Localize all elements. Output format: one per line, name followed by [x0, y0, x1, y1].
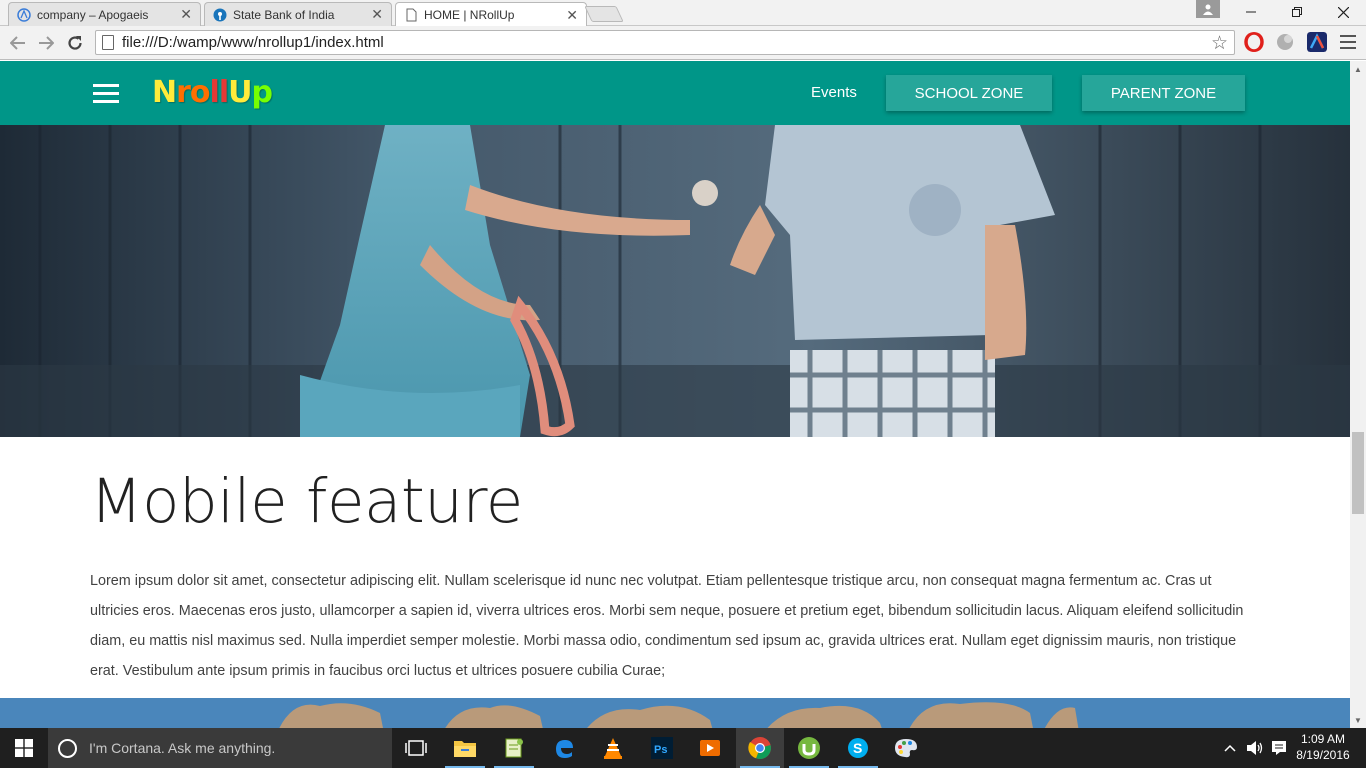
cortana-search-box[interactable]: I'm Cortana. Ask me anything.: [48, 728, 392, 768]
page-icon: [406, 8, 417, 22]
restore-button[interactable]: [1274, 0, 1320, 24]
show-hidden-icons-button[interactable]: [1220, 728, 1240, 768]
close-icon[interactable]: ✕: [180, 6, 192, 23]
tab-label: company – Apogaeis: [37, 7, 149, 22]
chrome-icon: [748, 737, 771, 760]
utorrent-icon: [798, 737, 820, 759]
tab-label: State Bank of India: [233, 7, 335, 22]
cortana-icon: [58, 738, 77, 758]
hero-image-children: [0, 125, 1350, 437]
brand-logo[interactable]: NrollUp: [152, 75, 273, 110]
close-icon[interactable]: ✕: [371, 6, 383, 23]
second-hero-image: [0, 698, 1350, 728]
new-tab-button[interactable]: [584, 6, 624, 22]
start-button[interactable]: [0, 728, 48, 768]
page-scrollbar[interactable]: ▲ ▼: [1350, 61, 1366, 728]
brand-letter: p: [251, 75, 273, 110]
chrome-button[interactable]: [736, 728, 784, 768]
paint-palette-icon: [895, 739, 917, 758]
url-text: file:///D:/wamp/www/nrollup1/index.html: [122, 34, 384, 51]
volume-button[interactable]: [1243, 728, 1267, 768]
apogaeis-icon: [17, 7, 31, 22]
scroll-up-arrow-icon[interactable]: ▲: [1350, 61, 1366, 77]
file-explorer-button[interactable]: [441, 728, 489, 768]
brand-letter: N: [152, 75, 177, 110]
minimize-icon: [1246, 11, 1256, 13]
paint-button[interactable]: [882, 728, 930, 768]
bookmark-star-icon[interactable]: ☆: [1211, 32, 1228, 55]
clock-date: 8/19/2016: [1296, 748, 1350, 762]
skype-icon: S: [848, 738, 868, 758]
hamburger-menu-icon[interactable]: [93, 84, 119, 103]
task-view-icon: [405, 740, 427, 756]
brand-letter: U: [228, 75, 252, 110]
back-arrow-icon: [10, 36, 25, 50]
forward-arrow-icon: [39, 36, 54, 50]
tab-label: HOME | NRollUp: [424, 8, 515, 22]
media-player-button[interactable]: [686, 728, 734, 768]
user-icon: [1203, 4, 1213, 15]
folder-icon: [454, 741, 476, 757]
profile-button[interactable]: [1196, 0, 1220, 18]
chrome-menu-button[interactable]: [1340, 33, 1356, 51]
notification-icon: [1272, 741, 1286, 755]
brand-letter: r: [176, 75, 191, 110]
brand-letter: ll: [209, 75, 230, 110]
speaker-icon: [1247, 741, 1263, 755]
photoshop-icon: Ps: [651, 737, 673, 759]
section-body-text: Lorem ipsum dolor sit amet, consectetur …: [90, 573, 1244, 679]
close-icon[interactable]: ✕: [566, 7, 578, 24]
edge-icon: [556, 740, 573, 758]
browser-toolbar: file:///D:/wamp/www/nrollup1/index.html …: [0, 26, 1366, 60]
windows-logo-icon: [15, 739, 33, 757]
browser-tab-strip: company – Apogaeis ✕ State Bank of India…: [0, 0, 1366, 27]
extension-app-icon[interactable]: [1307, 32, 1327, 52]
school-zone-button[interactable]: SCHOOL ZONE: [886, 75, 1052, 111]
scroll-down-arrow-icon[interactable]: ▼: [1350, 712, 1366, 728]
chevron-up-icon: [1224, 744, 1236, 752]
events-link[interactable]: Events: [811, 84, 857, 101]
clock-time: 1:09 AM: [1300, 732, 1346, 746]
brand-letter: o: [189, 75, 211, 110]
extension-globe-icon[interactable]: [1275, 32, 1295, 52]
site-navbar: NrollUp Events SCHOOL ZONE PARENT ZONE: [0, 61, 1350, 125]
action-center-button[interactable]: [1268, 728, 1290, 768]
address-bar[interactable]: file:///D:/wamp/www/nrollup1/index.html …: [95, 30, 1235, 55]
page-icon: [102, 35, 114, 50]
photoshop-button[interactable]: Ps: [638, 728, 686, 768]
tab-sbi[interactable]: State Bank of India ✕: [204, 2, 392, 26]
scrollbar-thumb[interactable]: [1352, 432, 1364, 514]
minimize-button[interactable]: [1228, 0, 1274, 24]
forward-button[interactable]: [34, 31, 58, 55]
notepad-plus-plus-icon: [505, 738, 523, 758]
back-button[interactable]: [6, 31, 30, 55]
svg-text:S: S: [853, 740, 862, 756]
notepad-plus-plus-button[interactable]: [490, 728, 538, 768]
tab-nrollup[interactable]: HOME | NRollUp ✕: [395, 2, 587, 27]
tab-apogaeis[interactable]: company – Apogaeis ✕: [8, 2, 201, 26]
taskbar-clock[interactable]: 1:09 AM 8/19/2016: [1290, 731, 1356, 763]
close-icon: [1337, 6, 1349, 18]
close-window-button[interactable]: [1320, 0, 1366, 24]
windows-taskbar: I'm Cortana. Ask me anything. Ps S 1:09 …: [0, 728, 1366, 768]
media-player-icon: [700, 740, 720, 756]
restore-icon: [1292, 7, 1302, 17]
edge-button[interactable]: [540, 728, 588, 768]
page-viewport: NrollUp Events SCHOOL ZONE PARENT ZONE M…: [0, 61, 1350, 728]
skype-button[interactable]: S: [834, 728, 882, 768]
svg-text:Ps: Ps: [654, 744, 667, 756]
reload-button[interactable]: [63, 31, 87, 55]
utorrent-button[interactable]: [785, 728, 833, 768]
section-title: Mobile feature: [90, 466, 523, 537]
task-view-button[interactable]: [392, 728, 440, 768]
vlc-icon: [604, 738, 622, 759]
sbi-icon: [213, 8, 227, 21]
parent-zone-button[interactable]: PARENT ZONE: [1082, 75, 1245, 111]
opera-icon[interactable]: [1244, 32, 1264, 52]
reload-icon: [68, 36, 82, 50]
vlc-button[interactable]: [589, 728, 637, 768]
cortana-placeholder: I'm Cortana. Ask me anything.: [89, 740, 276, 756]
